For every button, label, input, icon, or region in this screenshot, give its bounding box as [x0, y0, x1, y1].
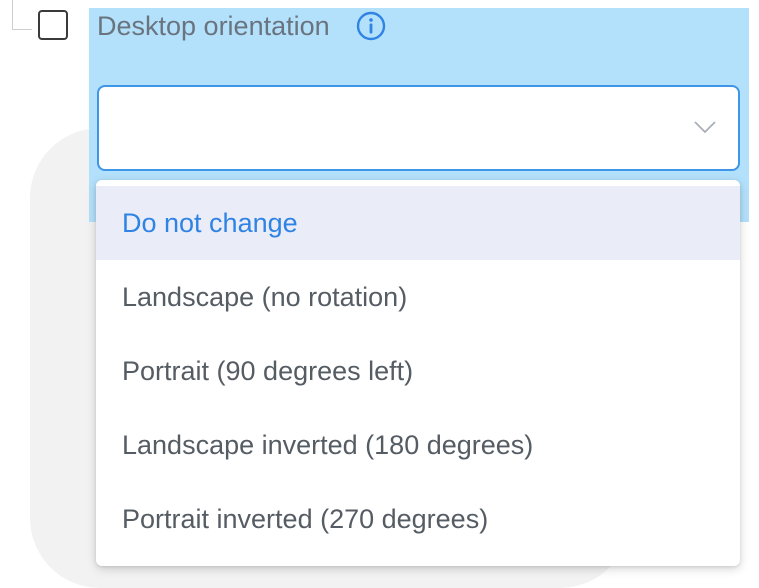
option-landscape-inverted[interactable]: Landscape inverted (180 degrees) — [96, 408, 740, 482]
orientation-select[interactable] — [97, 85, 740, 171]
desktop-orientation-checkbox[interactable] — [38, 10, 68, 40]
option-portrait-inverted[interactable]: Portrait inverted (270 degrees) — [96, 482, 740, 556]
orientation-dropdown-menu: Do not change Landscape (no rotation) Po… — [96, 180, 740, 566]
setting-label: Desktop orientation — [97, 11, 330, 41]
tree-connector-line — [12, 0, 32, 30]
option-do-not-change[interactable]: Do not change — [96, 186, 740, 260]
info-icon[interactable] — [355, 10, 387, 42]
option-landscape[interactable]: Landscape (no rotation) — [96, 260, 740, 334]
option-portrait[interactable]: Portrait (90 degrees left) — [96, 334, 740, 408]
chevron-down-icon — [693, 119, 717, 135]
